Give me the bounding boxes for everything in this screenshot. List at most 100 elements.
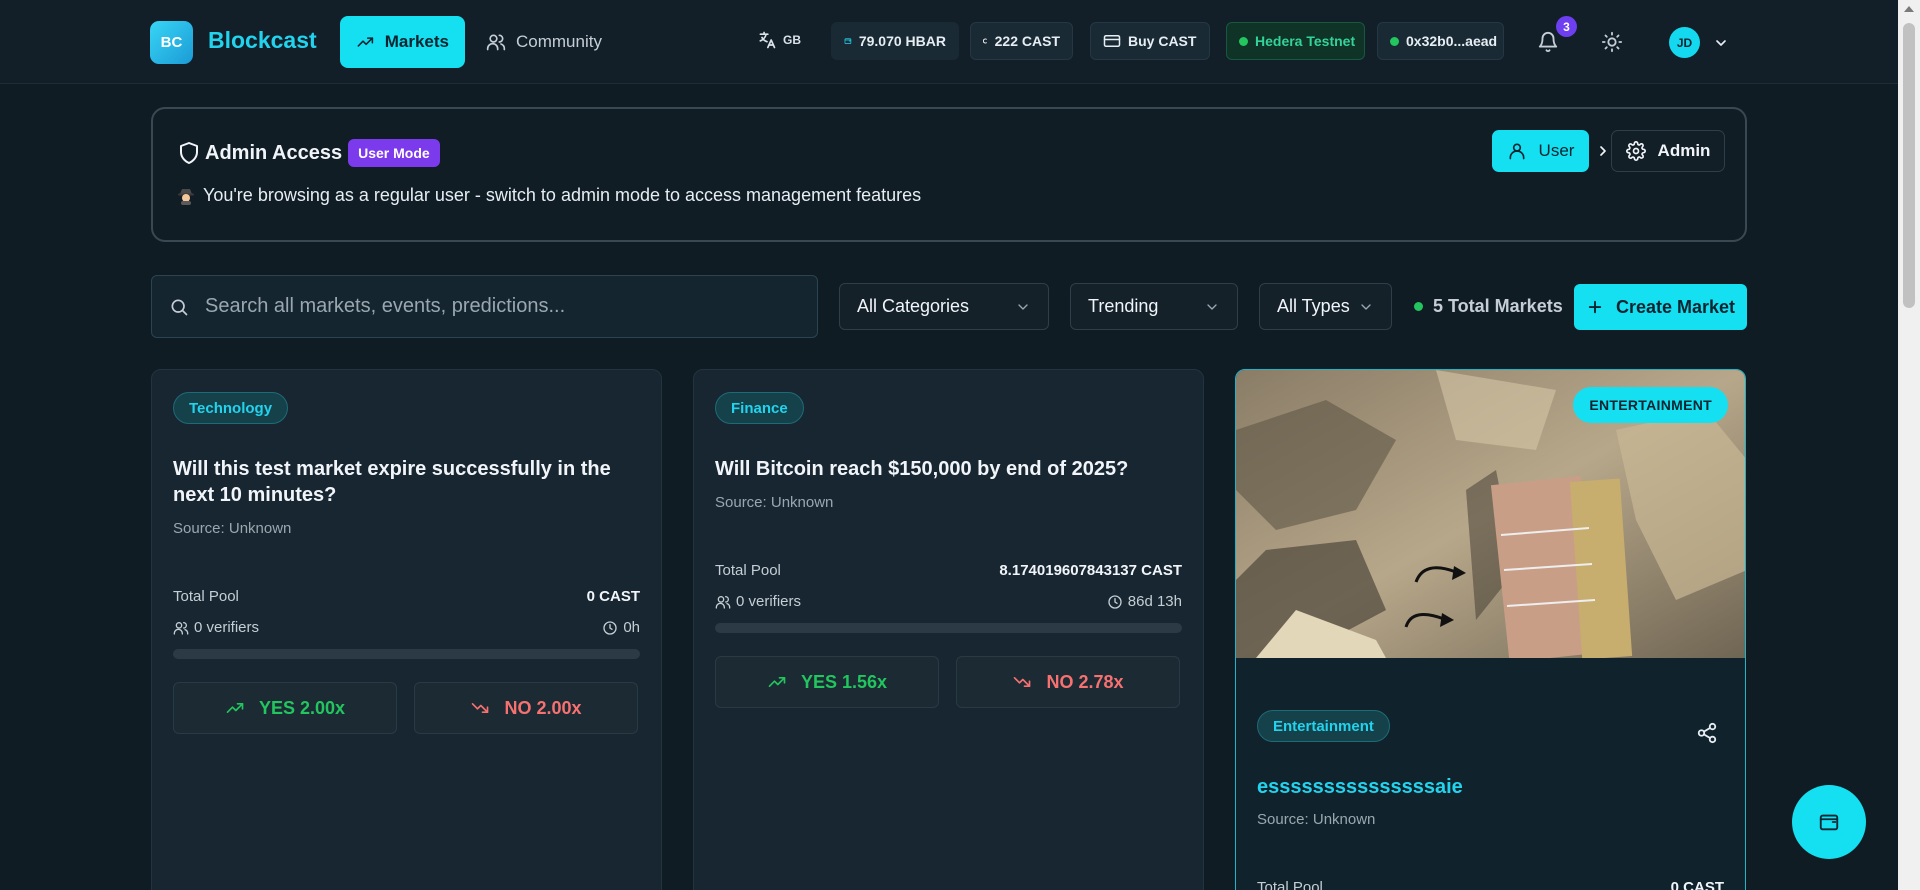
network-status-dot [1239, 36, 1248, 46]
theme-toggle-sun-icon[interactable] [1601, 31, 1623, 53]
verifiers-text: 0 verifiers [736, 593, 802, 610]
wallet-icon [1819, 814, 1839, 831]
tab-markets[interactable]: Markets [340, 16, 465, 68]
total-markets-indicator: 5 Total Markets [1414, 296, 1563, 317]
total-pool-value: 0 CAST [1670, 879, 1724, 890]
scrollbar-thumb[interactable] [1903, 23, 1915, 308]
market-card[interactable]: Finance Will Bitcoin reach $150,000 by e… [693, 369, 1204, 890]
total-markets-count: 5 Total Markets [1433, 296, 1563, 316]
market-question[interactable]: Will Bitcoin reach $150,000 by end of 20… [715, 456, 1185, 482]
market-source: Source: Unknown [1257, 811, 1376, 828]
category-tag[interactable]: Finance [715, 392, 804, 424]
credit-card-icon [1103, 35, 1121, 47]
vote-no-label: NO 2.00x [504, 697, 582, 718]
admin-mode-label: Admin [1657, 141, 1711, 160]
total-pool-label: Total Pool [173, 588, 239, 605]
create-market-label: Create Market [1615, 296, 1736, 317]
network-name: Hedera Testnet [1255, 33, 1356, 49]
market-question[interactable]: Will this test market expire successfull… [173, 456, 643, 508]
admin-access-title: Admin Access User Mode [177, 139, 440, 167]
bell-icon[interactable] [1537, 31, 1559, 53]
search-input[interactable] [205, 295, 765, 318]
language-code: GB [783, 33, 801, 47]
share-icon[interactable] [1696, 722, 1718, 744]
users-icon [486, 34, 506, 51]
category-tag[interactable]: Entertainment [1257, 710, 1390, 742]
image-category-badge: ENTERTAINMENT [1573, 387, 1728, 423]
category-select[interactable]: All Categories [839, 283, 1049, 330]
floating-wallet-button[interactable] [1792, 785, 1866, 859]
shield-icon [180, 142, 198, 164]
chevron-right-icon [1600, 146, 1606, 156]
sort-select-value: Trending [1088, 296, 1159, 316]
category-tag[interactable]: Technology [173, 392, 289, 424]
time-remaining-text: 86d 13h [1127, 593, 1182, 610]
wallet-address[interactable]: 0x32b0...aead [1377, 22, 1504, 60]
time-remaining: 86d 13h [1107, 593, 1182, 610]
market-source: Source: Unknown [715, 494, 834, 511]
category-select-value: All Categories [857, 296, 970, 316]
total-pool-row: Total Pool 8.174019607843137 CAST [715, 562, 1182, 579]
market-card[interactable]: ENTERTAINMENT Entertainment esssssssssss… [1235, 369, 1746, 890]
admin-access-title-text: Admin Access [205, 141, 343, 164]
users-icon [715, 595, 731, 609]
buy-cast-label: Buy CAST [1128, 33, 1197, 49]
language-switcher[interactable]: GB [757, 30, 801, 50]
trending-up-icon [357, 37, 374, 47]
chevron-down-icon [1018, 303, 1028, 310]
trending-down-icon [472, 703, 489, 713]
gear-icon [1625, 141, 1646, 161]
type-select-value: All Types [1277, 296, 1350, 316]
market-meta-row: 0 verifiers 86d 13h [715, 593, 1182, 610]
vote-yes-button[interactable]: YES 1.56x [715, 656, 939, 708]
network-badge[interactable]: Hedera Testnet [1226, 22, 1365, 60]
market-card[interactable]: Technology Will this test market expire … [151, 369, 662, 890]
user-avatar[interactable]: JD [1669, 27, 1700, 58]
trending-up-icon [226, 703, 244, 713]
tab-community[interactable]: Community [470, 16, 618, 68]
admin-mode-button[interactable]: Admin [1611, 130, 1725, 172]
total-pool-row: Total Pool 0 CAST [1257, 879, 1724, 890]
brand-name[interactable]: Blockcast [208, 27, 317, 54]
wallet-address-value: 0x32b0...aead [1406, 33, 1498, 49]
vote-yes-label: YES 2.00x [258, 697, 346, 718]
time-remaining: 0h [602, 619, 640, 636]
vote-no-button[interactable]: NO 2.78x [956, 656, 1180, 708]
detective-icon [178, 188, 194, 205]
trending-up-icon [768, 677, 786, 687]
user-mode-label: User [1538, 141, 1575, 160]
wallet-icon [844, 38, 852, 44]
trending-down-icon [1014, 677, 1031, 687]
vote-no-button[interactable]: NO 2.00x [414, 682, 638, 734]
user-mode-button[interactable]: User [1492, 130, 1589, 172]
hbar-balance[interactable]: 79.070 HBAR [831, 22, 959, 60]
chevron-down-icon [1207, 303, 1217, 310]
translate-icon [759, 31, 776, 49]
clock-icon [1108, 594, 1122, 609]
hbar-balance-value: 79.070 HBAR [858, 33, 946, 49]
scroll-up-arrow[interactable] [1904, 6, 1914, 12]
logo-badge[interactable]: BC [150, 21, 193, 64]
market-search[interactable] [151, 275, 818, 338]
cast-balance[interactable]: 222 CAST [970, 22, 1073, 60]
clock-icon [603, 620, 617, 635]
buy-cast-button[interactable]: Buy CAST [1090, 22, 1210, 60]
total-pool-label: Total Pool [715, 562, 781, 579]
plus-icon [1588, 300, 1602, 314]
tab-community-label: Community [516, 32, 602, 51]
vote-yes-button[interactable]: YES 2.00x [173, 682, 397, 734]
live-status-dot [1414, 302, 1423, 311]
chevron-down-icon [1361, 303, 1371, 310]
create-market-button[interactable]: Create Market [1574, 284, 1747, 330]
user-mode-badge: User Mode [348, 139, 440, 167]
top-navbar: BC Blockcast Markets Community GB 79.070… [0, 0, 1898, 84]
page-scrollbar[interactable] [1898, 0, 1920, 890]
market-question[interactable]: esssssssssssssssaie [1257, 776, 1463, 799]
users-icon [173, 621, 189, 635]
chevron-down-icon[interactable] [1713, 35, 1729, 51]
total-pool-value: 0 CAST [586, 588, 640, 605]
type-select[interactable]: All Types [1259, 283, 1392, 330]
sort-select[interactable]: Trending [1070, 283, 1238, 330]
market-progress-bar [173, 649, 640, 659]
admin-access-banner: Admin Access User Mode You're browsing a… [151, 107, 1747, 242]
